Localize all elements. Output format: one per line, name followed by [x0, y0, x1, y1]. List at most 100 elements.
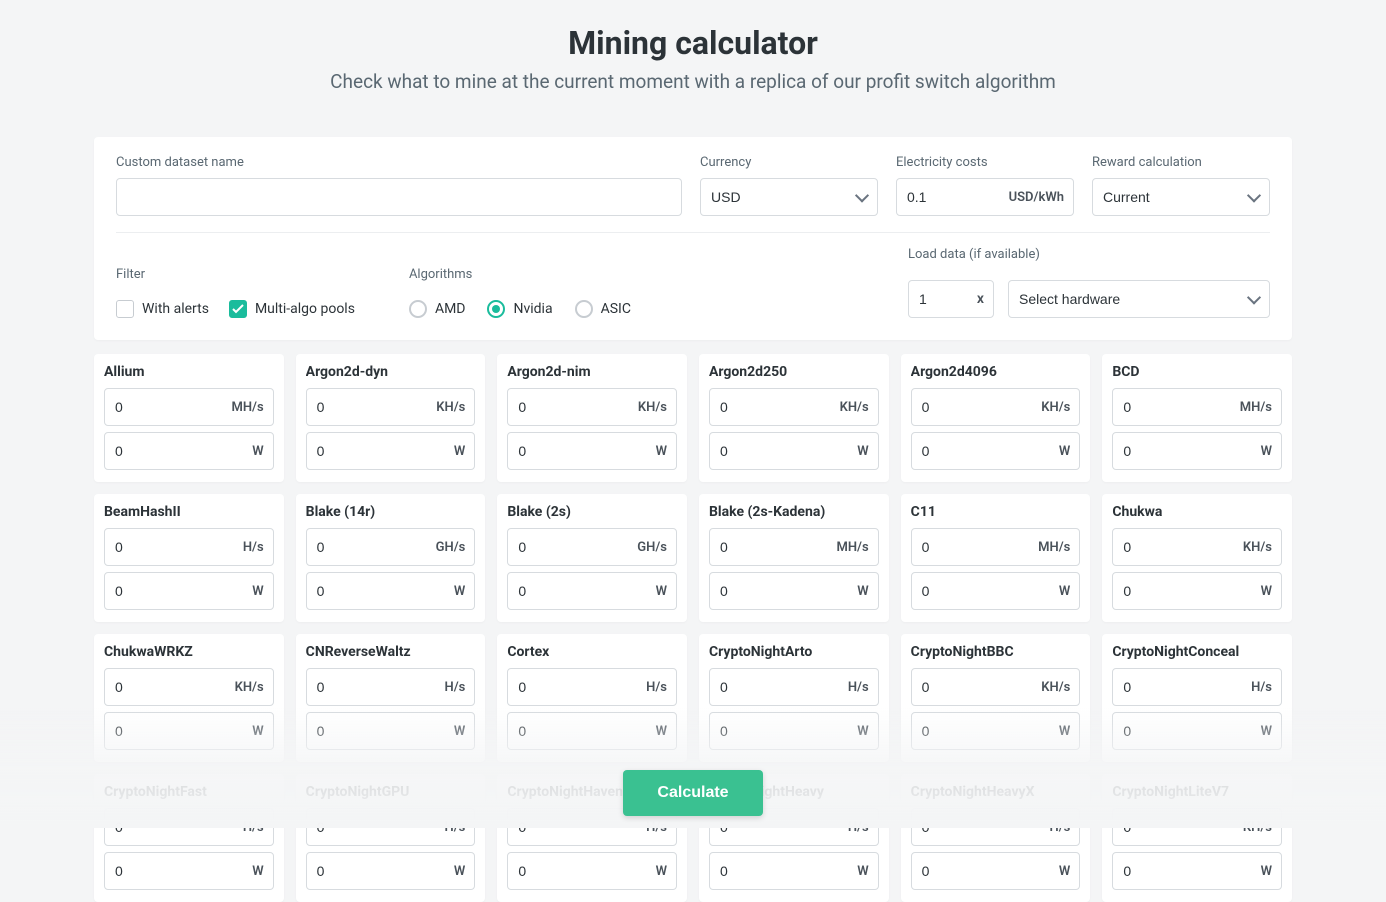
hashrate-input[interactable] [306, 668, 476, 706]
with-alerts-checkbox[interactable]: With alerts [116, 300, 209, 318]
watt-input[interactable] [709, 572, 879, 610]
hashrate-input[interactable] [911, 528, 1081, 566]
algorithm-nvidia-radio[interactable]: Nvidia [487, 300, 552, 318]
watt-input[interactable] [507, 852, 677, 890]
hashrate-input[interactable] [1112, 668, 1282, 706]
algo-card: CryptoNightArtoH/sW [699, 634, 889, 762]
watt-input[interactable] [911, 712, 1081, 750]
hashrate-input[interactable] [911, 808, 1081, 846]
hashrate-input[interactable] [306, 528, 476, 566]
watt-input[interactable] [507, 572, 677, 610]
watt-input[interactable] [709, 852, 879, 890]
hashrate-input[interactable] [709, 388, 879, 426]
with-alerts-label: With alerts [142, 301, 209, 317]
algo-card: CryptoNightConcealH/sW [1102, 634, 1292, 762]
algo-card: C11MH/sW [901, 494, 1091, 622]
watt-input[interactable] [911, 432, 1081, 470]
algo-name: Argon2d-nim [507, 364, 677, 380]
hashrate-input[interactable] [306, 808, 476, 846]
algo-card: CryptoNightHeavyXH/sW [901, 774, 1091, 902]
algorithm-grid: AlliumMH/sWArgon2d-dynKH/sWArgon2d-nimKH… [94, 354, 1292, 902]
algo-name: C11 [911, 504, 1081, 520]
hashrate-input[interactable] [104, 808, 274, 846]
settings-panel: Custom dataset name Currency USD Electri… [94, 137, 1292, 340]
multi-algo-checkbox[interactable]: Multi-algo pools [229, 300, 355, 318]
algo-name: CryptoNightGPU [306, 784, 476, 800]
algo-card: ChukwaKH/sW [1102, 494, 1292, 622]
page-subtitle: Check what to mine at the current moment… [0, 70, 1386, 93]
algorithm-amd-label: AMD [435, 301, 466, 317]
hashrate-input[interactable] [709, 528, 879, 566]
algo-name: CryptoNightConceal [1112, 644, 1282, 660]
watt-input[interactable] [709, 712, 879, 750]
algo-card: CryptoNightLiteV7KH/sW [1102, 774, 1292, 902]
algo-name: CNReverseWaltz [306, 644, 476, 660]
algo-name: Argon2d4096 [911, 364, 1081, 380]
algorithm-amd-radio[interactable]: AMD [409, 300, 466, 318]
algo-card: Argon2d-nimKH/sW [497, 354, 687, 482]
algo-card: Blake (2s-Kadena)MH/sW [699, 494, 889, 622]
algorithm-asic-radio[interactable]: ASIC [575, 300, 631, 318]
algo-card: Argon2d4096KH/sW [901, 354, 1091, 482]
hardware-select[interactable]: Select hardware [1008, 280, 1270, 318]
watt-input[interactable] [1112, 712, 1282, 750]
watt-input[interactable] [306, 852, 476, 890]
algo-name: CryptoNightHeavyX [911, 784, 1081, 800]
algorithm-asic-label: ASIC [601, 301, 631, 317]
hashrate-input[interactable] [306, 388, 476, 426]
hashrate-input[interactable] [507, 668, 677, 706]
watt-input[interactable] [306, 572, 476, 610]
hashrate-input[interactable] [104, 388, 274, 426]
hashrate-input[interactable] [507, 388, 677, 426]
algo-card: ChukwaWRKZKH/sW [94, 634, 284, 762]
hashrate-input[interactable] [1112, 808, 1282, 846]
hashrate-input[interactable] [709, 668, 879, 706]
watt-input[interactable] [306, 432, 476, 470]
hashrate-input[interactable] [507, 528, 677, 566]
watt-input[interactable] [1112, 432, 1282, 470]
watt-input[interactable] [911, 852, 1081, 890]
algo-card: CNReverseWaltzH/sW [296, 634, 486, 762]
algo-name: Argon2d-dyn [306, 364, 476, 380]
watt-input[interactable] [104, 852, 274, 890]
algo-name: CryptoNightArto [709, 644, 879, 660]
hashrate-input[interactable] [104, 528, 274, 566]
algo-card: Blake (14r)GH/sW [296, 494, 486, 622]
watt-input[interactable] [104, 712, 274, 750]
algo-card: CortexH/sW [497, 634, 687, 762]
watt-input[interactable] [507, 712, 677, 750]
quantity-x: x [977, 291, 984, 307]
algo-name: CryptoNightBBC [911, 644, 1081, 660]
watt-input[interactable] [507, 432, 677, 470]
algo-card: CryptoNightGPUH/sW [296, 774, 486, 902]
multi-algo-label: Multi-algo pools [255, 301, 355, 317]
algo-card: BCDMH/sW [1102, 354, 1292, 482]
hashrate-input[interactable] [1112, 388, 1282, 426]
currency-select[interactable]: USD [700, 178, 878, 216]
algo-name: Blake (2s) [507, 504, 677, 520]
watt-input[interactable] [709, 432, 879, 470]
filter-label: Filter [116, 267, 355, 282]
watt-input[interactable] [911, 572, 1081, 610]
hashrate-input[interactable] [911, 668, 1081, 706]
calculate-button[interactable]: Calculate [623, 770, 762, 816]
reward-select[interactable]: Current [1092, 178, 1270, 216]
watt-input[interactable] [1112, 572, 1282, 610]
algo-name: CryptoNightLiteV7 [1112, 784, 1282, 800]
watt-input[interactable] [306, 712, 476, 750]
watt-input[interactable] [104, 572, 274, 610]
algo-card: CryptoNightBBCKH/sW [901, 634, 1091, 762]
algo-card: CryptoNightFastH/sW [94, 774, 284, 902]
hashrate-input[interactable] [911, 388, 1081, 426]
dataset-name-label: Custom dataset name [116, 155, 682, 170]
hashrate-input[interactable] [104, 668, 274, 706]
algo-name: CryptoNightFast [104, 784, 274, 800]
dataset-name-input[interactable] [116, 178, 682, 216]
algo-name: BCD [1112, 364, 1282, 380]
algo-name: Chukwa [1112, 504, 1282, 520]
watt-input[interactable] [104, 432, 274, 470]
watt-input[interactable] [1112, 852, 1282, 890]
hashrate-input[interactable] [1112, 528, 1282, 566]
algo-name: Argon2d250 [709, 364, 879, 380]
electricity-input[interactable] [896, 178, 1074, 216]
